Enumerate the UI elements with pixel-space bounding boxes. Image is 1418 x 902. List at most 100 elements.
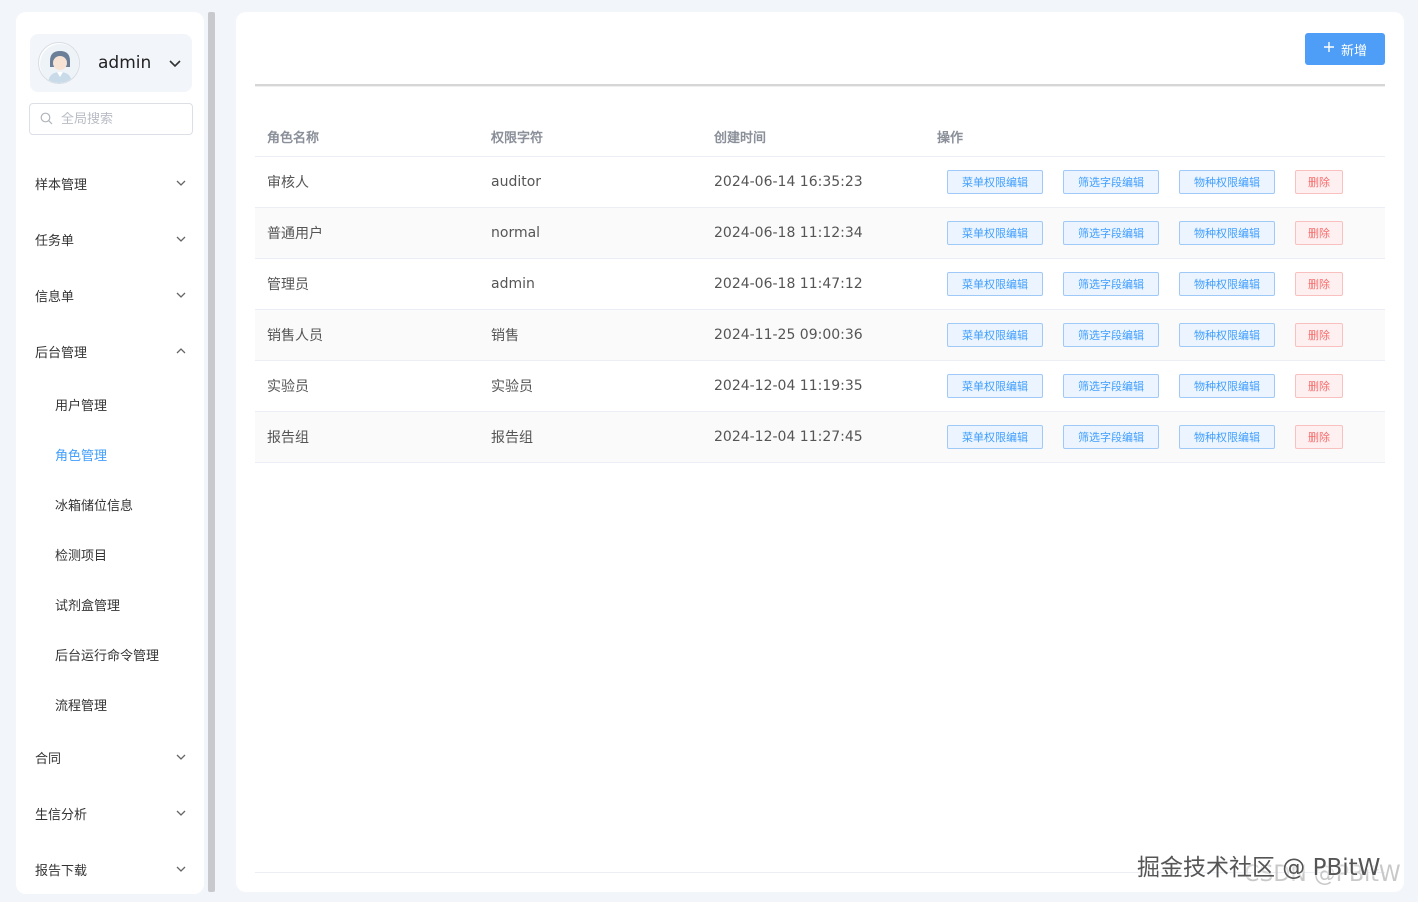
filter-field-edit-button[interactable]: 筛选字段编辑 [1063, 221, 1159, 245]
sub-menu-label: 流程管理 [55, 698, 108, 714]
cell-permission-key: 销售 [491, 328, 519, 344]
table-row: 普通用户 normal 2024-06-18 11:12:34 菜单权限编辑 筛… [255, 208, 1385, 259]
menu-task-order[interactable]: 任务单 [16, 219, 204, 259]
cell-role-name: 管理员 [267, 277, 309, 293]
main-panel: 新增 角色名称 权限字符 创建时间 操作 审核人 auditor 2024-06… [236, 12, 1404, 892]
chevron-up-icon [175, 345, 187, 361]
chevron-down-icon [175, 863, 187, 879]
filter-field-edit-button[interactable]: 筛选字段编辑 [1063, 272, 1159, 296]
menu-label: 报告下载 [35, 863, 88, 879]
add-button[interactable]: 新增 [1305, 33, 1385, 65]
scrollbar-thumb[interactable] [208, 12, 215, 892]
delete-button[interactable]: 删除 [1295, 425, 1343, 449]
menu-report-download[interactable]: 报告下载 [16, 849, 204, 889]
delete-button[interactable]: 删除 [1295, 170, 1343, 194]
global-search[interactable] [29, 103, 193, 135]
sub-menu-label: 后台运行命令管理 [55, 648, 160, 664]
species-permission-edit-button[interactable]: 物种权限编辑 [1179, 425, 1275, 449]
sidebar-item-user-management[interactable]: 用户管理 [16, 386, 204, 422]
filter-field-edit-button[interactable]: 筛选字段编辑 [1063, 323, 1159, 347]
menu-label: 合同 [35, 751, 62, 767]
sidebar-scrollbar[interactable] [206, 12, 216, 892]
user-name: admin [98, 53, 152, 73]
user-avatar-icon [38, 42, 80, 84]
table-row: 实验员 实验员 2024-12-04 11:19:35 菜单权限编辑 筛选字段编… [255, 361, 1385, 412]
cell-role-name: 实验员 [267, 379, 309, 395]
cell-permission-key: 实验员 [491, 379, 533, 395]
sidebar-item-command-management[interactable]: 后台运行命令管理 [16, 636, 204, 672]
table-header: 角色名称 权限字符 创建时间 操作 [255, 116, 1385, 157]
cell-role-name: 审核人 [267, 175, 309, 191]
sidebar-item-workflow-management[interactable]: 流程管理 [16, 686, 204, 722]
species-permission-edit-button[interactable]: 物种权限编辑 [1179, 323, 1275, 347]
chevron-down-icon[interactable] [168, 55, 182, 74]
cell-created-time: 2024-06-18 11:12:34 [714, 225, 863, 241]
cell-created-time: 2024-06-18 11:47:12 [714, 276, 863, 292]
chevron-down-icon [175, 807, 187, 823]
filter-field-edit-button[interactable]: 筛选字段编辑 [1063, 170, 1159, 194]
add-button-label: 新增 [1340, 43, 1367, 59]
sidebar-item-kit-management[interactable]: 试剂盒管理 [16, 586, 204, 622]
menu-label: 样本管理 [35, 177, 88, 193]
menu-bioinformatics[interactable]: 生信分析 [16, 793, 204, 833]
chevron-down-icon [175, 177, 187, 193]
table-row: 销售人员 销售 2024-11-25 09:00:36 菜单权限编辑 筛选字段编… [255, 310, 1385, 361]
sidebar-item-test-items[interactable]: 检测项目 [16, 536, 204, 572]
species-permission-edit-button[interactable]: 物种权限编辑 [1179, 170, 1275, 194]
menu-permission-edit-button[interactable]: 菜单权限编辑 [947, 272, 1043, 296]
cell-created-time: 2024-11-25 09:00:36 [714, 327, 863, 343]
menu-permission-edit-button[interactable]: 菜单权限编辑 [947, 425, 1043, 449]
sidebar-item-role-management[interactable]: 角色管理 [16, 436, 204, 472]
header-operations: 操作 [937, 130, 964, 146]
species-permission-edit-button[interactable]: 物种权限编辑 [1179, 374, 1275, 398]
table-row: 报告组 报告组 2024-12-04 11:27:45 菜单权限编辑 筛选字段编… [255, 412, 1385, 463]
plus-icon [1323, 41, 1335, 57]
cell-permission-key: normal [491, 225, 541, 241]
delete-button[interactable]: 删除 [1295, 374, 1343, 398]
header-created-time: 创建时间 [714, 130, 767, 146]
cell-created-time: 2024-06-14 16:35:23 [714, 174, 863, 190]
menu-label: 信息单 [35, 289, 75, 305]
user-menu[interactable]: admin [30, 34, 192, 92]
species-permission-edit-button[interactable]: 物种权限编辑 [1179, 221, 1275, 245]
sidebar: admin 样本管理 任务单 信息单 后台管理 用户管理 角色管理 冰箱储位信息… [16, 12, 204, 894]
cell-role-name: 销售人员 [267, 328, 323, 344]
menu-label: 任务单 [35, 233, 75, 249]
delete-button[interactable]: 删除 [1295, 323, 1343, 347]
cell-created-time: 2024-12-04 11:19:35 [714, 378, 863, 394]
roles-table: 角色名称 权限字符 创建时间 操作 审核人 auditor 2024-06-14… [255, 116, 1385, 463]
filter-field-edit-button[interactable]: 筛选字段编辑 [1063, 374, 1159, 398]
menu-permission-edit-button[interactable]: 菜单权限编辑 [947, 323, 1043, 347]
menu-permission-edit-button[interactable]: 菜单权限编辑 [947, 170, 1043, 194]
sidebar-item-fridge-storage[interactable]: 冰箱储位信息 [16, 486, 204, 522]
cell-role-name: 报告组 [267, 430, 309, 446]
search-input[interactable] [61, 111, 181, 127]
table-row: 审核人 auditor 2024-06-14 16:35:23 菜单权限编辑 筛… [255, 157, 1385, 208]
delete-button[interactable]: 删除 [1295, 272, 1343, 296]
delete-button[interactable]: 删除 [1295, 221, 1343, 245]
filter-field-edit-button[interactable]: 筛选字段编辑 [1063, 425, 1159, 449]
header-role-name: 角色名称 [267, 130, 320, 146]
chevron-down-icon [175, 233, 187, 249]
species-permission-edit-button[interactable]: 物种权限编辑 [1179, 272, 1275, 296]
menu-backend-management[interactable]: 后台管理 [16, 331, 204, 371]
toolbar-divider [255, 84, 1385, 87]
menu-label: 生信分析 [35, 807, 88, 823]
cell-created-time: 2024-12-04 11:27:45 [714, 429, 863, 445]
cell-permission-key: auditor [491, 174, 542, 190]
sub-menu-label: 试剂盒管理 [55, 598, 121, 614]
menu-permission-edit-button[interactable]: 菜单权限编辑 [947, 221, 1043, 245]
sub-menu-label: 用户管理 [55, 398, 108, 414]
cell-permission-key: 报告组 [491, 430, 533, 446]
sub-menu-label: 角色管理 [55, 448, 108, 464]
cell-role-name: 普通用户 [267, 226, 323, 242]
menu-sample-management[interactable]: 样本管理 [16, 163, 204, 203]
table-row: 管理员 admin 2024-06-18 11:47:12 菜单权限编辑 筛选字… [255, 259, 1385, 310]
menu-info-order[interactable]: 信息单 [16, 275, 204, 315]
sub-menu-label: 冰箱储位信息 [55, 498, 134, 514]
menu-contract[interactable]: 合同 [16, 737, 204, 777]
menu-permission-edit-button[interactable]: 菜单权限编辑 [947, 374, 1043, 398]
chevron-down-icon [175, 751, 187, 767]
menu-label: 后台管理 [35, 345, 88, 361]
chevron-down-icon [175, 289, 187, 305]
